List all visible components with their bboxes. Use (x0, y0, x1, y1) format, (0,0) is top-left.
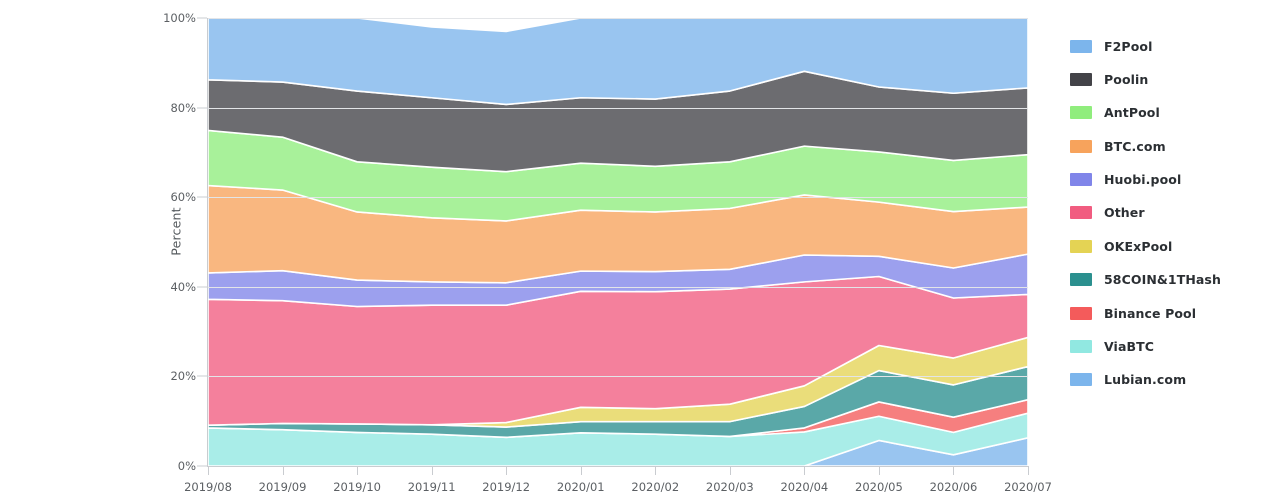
y-tick-label: 40% (170, 279, 196, 294)
legend-item[interactable]: Binance Pool (1070, 303, 1270, 323)
y-tick-mark (197, 465, 207, 467)
legend-item-label: Other (1104, 205, 1145, 221)
y-axis-line (207, 18, 208, 466)
x-tick-mark (655, 466, 657, 475)
legend-item[interactable]: Lubian.com (1070, 370, 1270, 390)
x-tick-label: 2019/10 (333, 480, 381, 494)
y-tick-label: 80% (170, 100, 196, 115)
legend-item-label: Lubian.com (1104, 372, 1187, 388)
x-tick-label: 2020/02 (631, 480, 680, 494)
x-tick-mark (1028, 466, 1029, 475)
legend-swatch-icon (1070, 306, 1092, 320)
stacked-area-chart: Percent 0% 20% 40% 60% 80% 100% 2019/08 2019/0… (0, 0, 1060, 500)
x-tick-label: 2019/09 (258, 480, 307, 494)
gridline (208, 286, 1028, 288)
legend-swatch-icon (1070, 72, 1092, 86)
x-tick-mark (208, 466, 209, 475)
y-tick-label: 60% (170, 190, 196, 205)
legend-item[interactable]: F2Pool (1070, 36, 1270, 56)
x-tick-mark (804, 466, 806, 475)
y-tick-mark (197, 196, 207, 198)
gridline (208, 18, 1028, 19)
y-tick-mark (197, 107, 207, 109)
legend-swatch-icon (1070, 239, 1092, 253)
chart-legend: F2Pool Poolin AntPool BTC.com Huobi.pool Othe… (1070, 36, 1270, 403)
x-tick-label: 2019/08 (184, 480, 232, 494)
legend-swatch-icon (1070, 39, 1092, 53)
x-tick-label: 2020/07 (1004, 480, 1052, 494)
legend-swatch-icon (1070, 273, 1092, 287)
x-tick-label: 2019/11 (407, 480, 456, 494)
legend-item-label: Huobi.pool (1104, 172, 1182, 188)
x-tick-label: 2020/03 (705, 480, 754, 494)
x-tick-label: 2020/01 (556, 480, 605, 494)
legend-swatch-icon (1070, 373, 1092, 387)
legend-item[interactable]: 58COIN&1THash (1070, 270, 1270, 290)
legend-item-label: BTC.com (1104, 138, 1166, 154)
legend-swatch-icon (1070, 340, 1092, 354)
legend-item-label: F2Pool (1104, 38, 1153, 54)
y-tick-label: 0% (177, 459, 196, 473)
gridline (208, 197, 1028, 199)
x-tick-mark (431, 466, 433, 475)
x-tick-label: 2019/12 (482, 480, 531, 494)
legend-swatch-icon (1070, 139, 1092, 153)
y-tick-mark (197, 286, 207, 288)
x-tick-label: 2020/06 (929, 480, 978, 494)
x-tick-mark (282, 466, 284, 475)
gridline (208, 107, 1028, 109)
x-tick-mark (953, 466, 955, 475)
x-tick-mark (580, 466, 582, 475)
legend-item[interactable]: Huobi.pool (1070, 170, 1270, 190)
x-axis-line (207, 466, 1029, 467)
legend-item[interactable]: Poolin (1070, 69, 1270, 89)
legend-item-label: ViaBTC (1104, 339, 1155, 355)
x-tick-label: 2020/04 (780, 480, 829, 494)
legend-item[interactable]: Other (1070, 203, 1270, 223)
legend-item-label: Binance Pool (1104, 305, 1197, 321)
legend-item[interactable]: OKExPool (1070, 236, 1270, 256)
legend-item[interactable]: BTC.com (1070, 136, 1270, 156)
area-series-svg (208, 18, 1028, 466)
legend-item[interactable]: AntPool (1070, 103, 1270, 123)
x-tick-label: 2020/05 (855, 480, 903, 494)
x-tick-mark (357, 466, 359, 475)
legend-item-label: AntPool (1104, 105, 1160, 121)
x-tick-mark (878, 466, 880, 475)
legend-swatch-icon (1070, 173, 1092, 187)
gridline (208, 376, 1028, 378)
legend-item-label: OKExPool (1104, 238, 1173, 254)
legend-item[interactable]: ViaBTC (1070, 337, 1270, 357)
chart-page: Percent 0% 20% 40% 60% 80% 100% 2019/08 2019/0… (0, 0, 1280, 500)
x-tick-mark (506, 466, 508, 475)
legend-swatch-icon (1070, 106, 1092, 120)
legend-item-label: 58COIN&1THash (1104, 272, 1221, 288)
y-tick-label: 100% (163, 11, 196, 25)
y-tick-mark (197, 375, 207, 377)
plot-area: Percent 0% 20% 40% 60% 80% 100% 2019/08 2019/0… (163, 11, 1052, 494)
y-tick-mark (197, 17, 207, 19)
legend-item-label: Poolin (1104, 71, 1149, 87)
x-tick-mark (729, 466, 731, 475)
y-tick-label: 20% (170, 369, 196, 384)
legend-swatch-icon (1070, 206, 1092, 220)
